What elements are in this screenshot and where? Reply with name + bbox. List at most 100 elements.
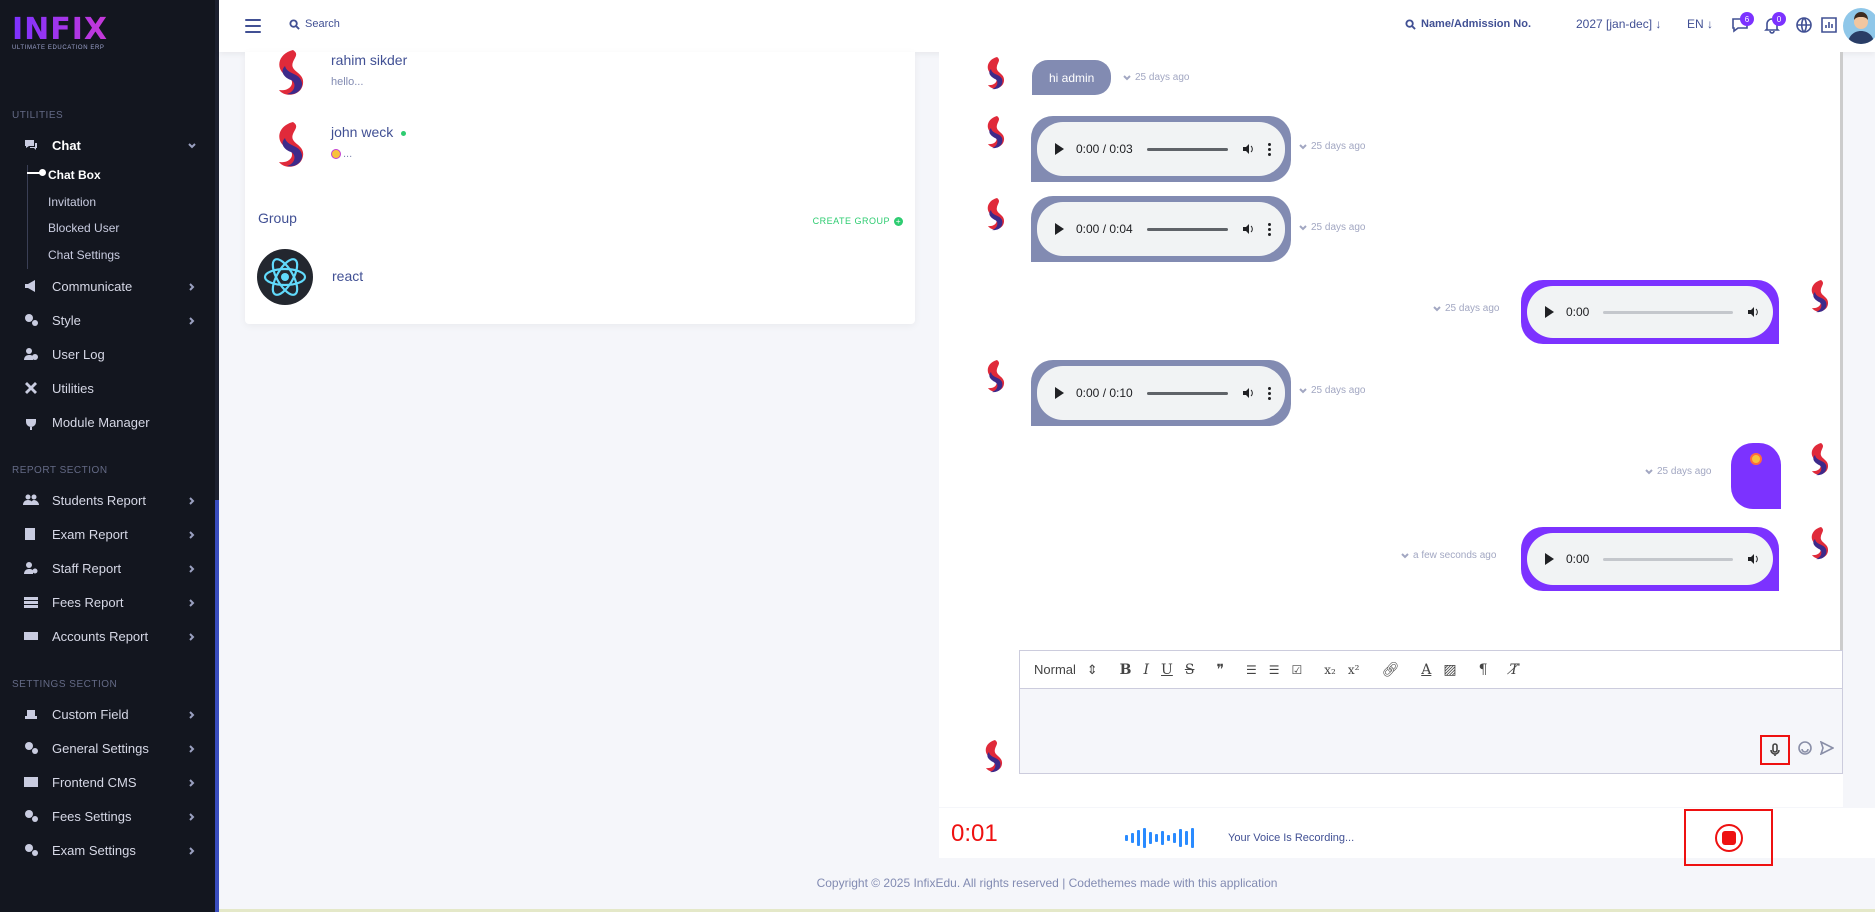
chat-scrollbar[interactable] (1840, 52, 1843, 650)
blockquote-icon[interactable]: ❞ (1216, 662, 1224, 678)
microphone-button[interactable] (1760, 735, 1790, 765)
audio-time: 0:00 (1566, 305, 1590, 319)
chevron-right-icon (187, 280, 197, 291)
volume-icon[interactable] (1242, 143, 1254, 155)
send-button[interactable] (1819, 739, 1835, 760)
sidebar-item-label: Chat (52, 137, 81, 153)
audio-seek-bar[interactable] (1603, 557, 1733, 561)
messages-button[interactable]: 6 (1731, 12, 1754, 36)
play-icon[interactable] (1055, 143, 1064, 155)
website-button[interactable] (1795, 16, 1815, 36)
user-avatar[interactable] (1843, 8, 1875, 44)
group-avatar[interactable] (257, 249, 313, 305)
stop-recording-button[interactable] (1684, 809, 1773, 866)
contact-item[interactable]: john weck ... (263, 118, 407, 180)
search-placeholder: Search (305, 18, 340, 30)
gears-icon (22, 842, 40, 858)
more-options-icon[interactable] (1268, 142, 1271, 156)
sidebar-item-fees-settings[interactable]: Fees Settings (0, 801, 215, 831)
audio-seek-bar[interactable] (1146, 147, 1228, 151)
sidebar-item-exam-settings[interactable]: Exam Settings (0, 835, 215, 865)
play-icon[interactable] (1055, 387, 1064, 399)
gears-icon (22, 808, 40, 824)
play-icon[interactable] (1545, 553, 1554, 565)
more-options-icon[interactable] (1268, 222, 1271, 236)
bullet-list-icon[interactable]: ☰ (1269, 663, 1280, 677)
audio-seek-bar[interactable] (1146, 227, 1228, 231)
sidebar-item-frontend-cms[interactable]: Frontend CMS (0, 767, 215, 797)
play-icon[interactable] (1545, 306, 1554, 318)
sidebar-item-communicate[interactable]: Communicate (0, 271, 215, 301)
sidebar-item-chat[interactable]: Chat (0, 130, 215, 160)
audio-player[interactable]: 0:00 (1527, 533, 1773, 585)
link-icon[interactable]: 🔗︎ (1381, 662, 1399, 678)
sidebar-item-module-manager[interactable]: Module Manager (0, 407, 215, 437)
more-options-icon[interactable] (1268, 386, 1271, 400)
strikethrough-icon[interactable]: S (1185, 662, 1195, 678)
plus-icon: + (894, 216, 903, 226)
italic-icon[interactable]: I (1144, 662, 1150, 678)
sidebar-subitem-chat-box[interactable]: Chat Box (48, 168, 101, 182)
play-icon[interactable] (1055, 223, 1064, 235)
academic-year-select[interactable]: 2027 [jan-dec] ↓ (1576, 17, 1661, 31)
section-label-settings: SETTINGS SECTION (12, 679, 118, 690)
superscript-icon[interactable]: x² (1348, 663, 1360, 677)
audio-player[interactable]: 0:00 / 0:03 (1037, 122, 1285, 176)
contact-item[interactable]: rahim sikder hello... (263, 46, 407, 108)
background-color-icon[interactable]: ▨ (1443, 662, 1456, 678)
audio-player[interactable]: 0:00 / 0:04 (1037, 202, 1285, 256)
student-search-input[interactable]: Name/Admission No. (1405, 18, 1531, 30)
sidebar-subitem-chat-settings[interactable]: Chat Settings (48, 248, 120, 262)
sidebar-item-utilities[interactable]: Utilities (0, 373, 215, 403)
sidebar-subitem-blocked-user[interactable]: Blocked User (48, 221, 119, 235)
sidebar-scroll-thumb[interactable] (215, 500, 219, 912)
ordered-list-icon[interactable]: ☰ (1246, 663, 1257, 677)
audio-seek-bar[interactable] (1146, 391, 1228, 395)
sidebar-item-accounts-report[interactable]: Accounts Report (0, 621, 215, 651)
notifications-button[interactable]: 0 (1763, 12, 1786, 36)
sidebar-item-students-report[interactable]: Students Report (0, 485, 215, 515)
language-select[interactable]: EN ↓ (1687, 17, 1713, 31)
bold-icon[interactable]: B (1120, 662, 1132, 678)
format-select[interactable]: Normal ⇕ (1034, 662, 1098, 678)
text-direction-icon[interactable]: ¶ (1479, 662, 1488, 678)
sender-avatar (977, 55, 1009, 99)
logo[interactable]: INFIX ULTIMATE EDUCATION ERP (12, 12, 172, 56)
reports-button[interactable] (1820, 16, 1840, 36)
volume-icon[interactable] (1242, 387, 1254, 399)
audio-message: 0:00 / 0:03 (1031, 116, 1291, 182)
sidebar-item-fees-report[interactable]: Fees Report (0, 587, 215, 617)
editor-actions (1760, 735, 1835, 765)
text-color-icon[interactable]: A (1421, 662, 1431, 678)
sidebar-item-custom-field[interactable]: Custom Field (0, 699, 215, 729)
checklist-icon[interactable]: ☑ (1292, 663, 1303, 677)
sidebar-item-label: User Log (52, 346, 105, 362)
sidebar-scrollbar[interactable] (215, 0, 219, 912)
volume-icon[interactable] (1747, 306, 1759, 318)
sidebar: INFIX ULTIMATE EDUCATION ERP UTILITIES C… (0, 0, 219, 912)
menu-icon[interactable] (245, 19, 261, 33)
audio-seek-bar[interactable] (1603, 310, 1733, 314)
audio-player[interactable]: 0:00 (1527, 286, 1773, 338)
create-group-button[interactable]: CREATE GROUP + (813, 216, 903, 226)
editor-text-area[interactable] (1020, 689, 1842, 773)
sidebar-item-user-log[interactable]: User Log (0, 339, 215, 369)
volume-icon[interactable] (1747, 553, 1759, 565)
sidebar-item-style[interactable]: Style (0, 305, 215, 335)
sidebar-subitem-invitation[interactable]: Invitation (48, 195, 96, 209)
audio-player[interactable]: 0:00 / 0:10 (1037, 366, 1285, 420)
subscript-icon[interactable]: x₂ (1324, 663, 1336, 677)
search-input[interactable]: Search (289, 18, 340, 30)
group-name[interactable]: react (332, 268, 363, 284)
sidebar-item-staff-report[interactable]: Staff Report (0, 553, 215, 583)
search-icon (1405, 18, 1416, 30)
clear-format-icon[interactable]: T̸ (1510, 662, 1519, 678)
sidebar-item-exam-report[interactable]: Exam Report (0, 519, 215, 549)
contact-name: rahim sikder (331, 52, 408, 68)
message-time-text: 25 days ago (1445, 303, 1500, 314)
sidebar-item-general-settings[interactable]: General Settings (0, 733, 215, 763)
emoji-picker-button[interactable] (1798, 740, 1812, 760)
volume-icon[interactable] (1242, 223, 1254, 235)
audio-time: 0:00 / 0:03 (1076, 142, 1133, 156)
underline-icon[interactable]: U (1161, 662, 1173, 678)
